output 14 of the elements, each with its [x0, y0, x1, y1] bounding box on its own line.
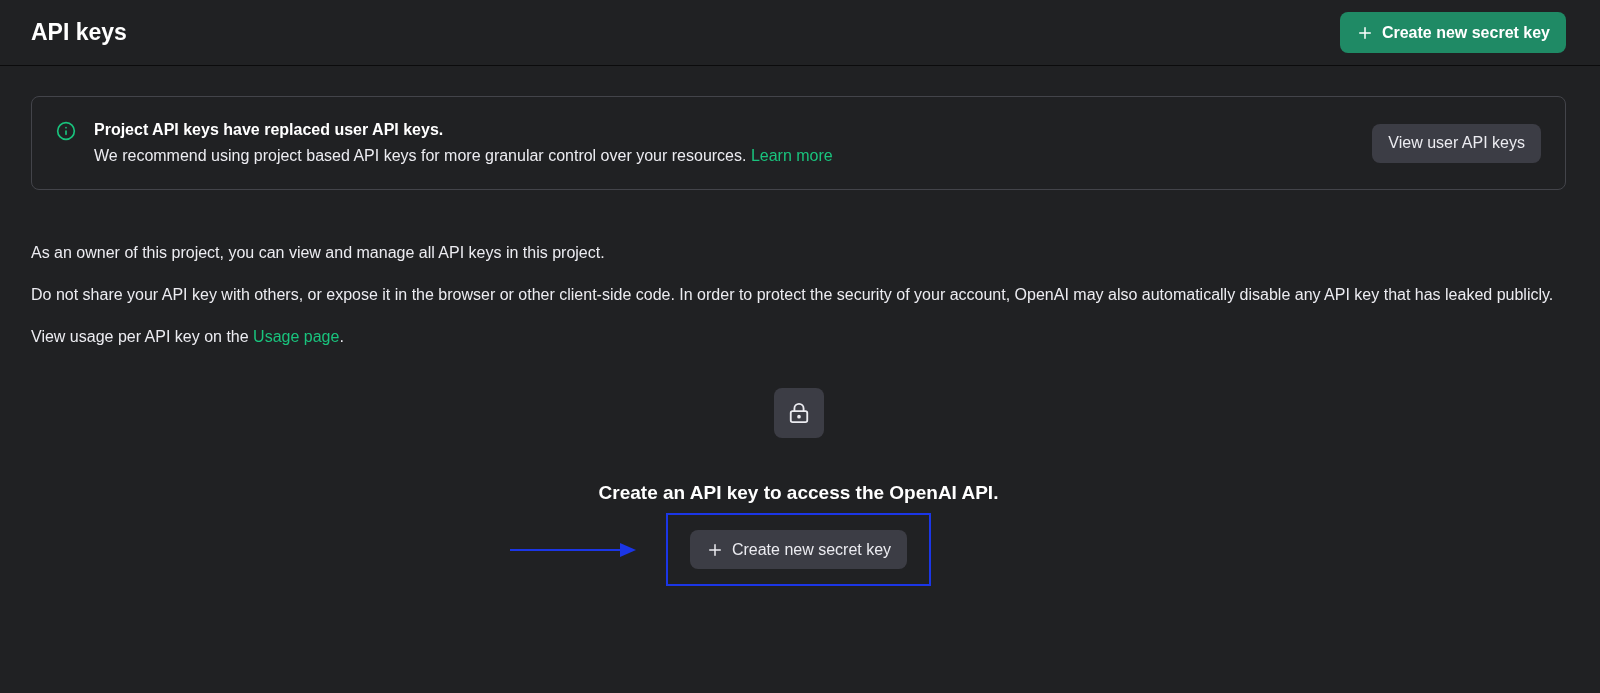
usage-page-link[interactable]: Usage page	[253, 328, 340, 345]
info-paragraph: As an owner of this project, you can view and manage all API keys in this project.	[31, 243, 606, 263]
info-icon	[56, 121, 76, 141]
lock-icon	[787, 402, 810, 424]
learn-more-link[interactable]: Learn more	[750, 147, 833, 164]
create-key-button[interactable]: Create new secret key	[689, 530, 908, 569]
notice-text: We recommend using project based API keys for more granular control over your resources. Learn more	[94, 147, 833, 165]
create-key-button[interactable]: Create new secret key	[1339, 12, 1566, 53]
page-title: API keys	[31, 19, 127, 46]
notice-title: Project API keys have replaced user API keys.	[94, 121, 445, 139]
usage-paragraph: View usage per API key on the Usage page.	[31, 327, 345, 347]
empty-state-heading: Create an API key to access the OpenAI API.	[598, 482, 999, 504]
info-paragraph: Do not share your API key with others, or expose it in the browser or other client-side code. In order to protect the security of your account, OpenAI may also automatically disable any API key that has leaked publicly.	[31, 285, 1555, 305]
view-user-keys-button[interactable]: View user API keys	[1372, 123, 1541, 163]
